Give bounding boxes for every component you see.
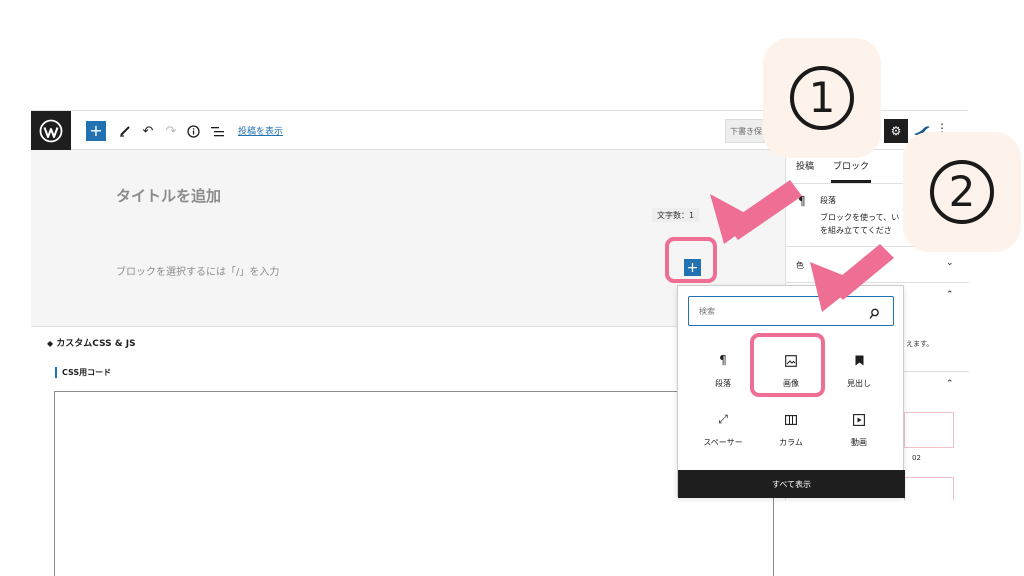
callout-step-2: 2 xyxy=(903,132,1021,252)
callout-number: 2 xyxy=(930,160,994,224)
arrow-1-icon xyxy=(710,180,802,244)
callout-step-1: 1 xyxy=(763,38,881,158)
annotated-screenshot: + ↶ ↷ 投稿を表示 下書き保 ⚙ ⋮ タイトルを追加 文字数：1 ブロックを… xyxy=(0,0,1024,576)
callout-number: 1 xyxy=(790,66,854,130)
arrow-2-icon xyxy=(810,244,894,312)
